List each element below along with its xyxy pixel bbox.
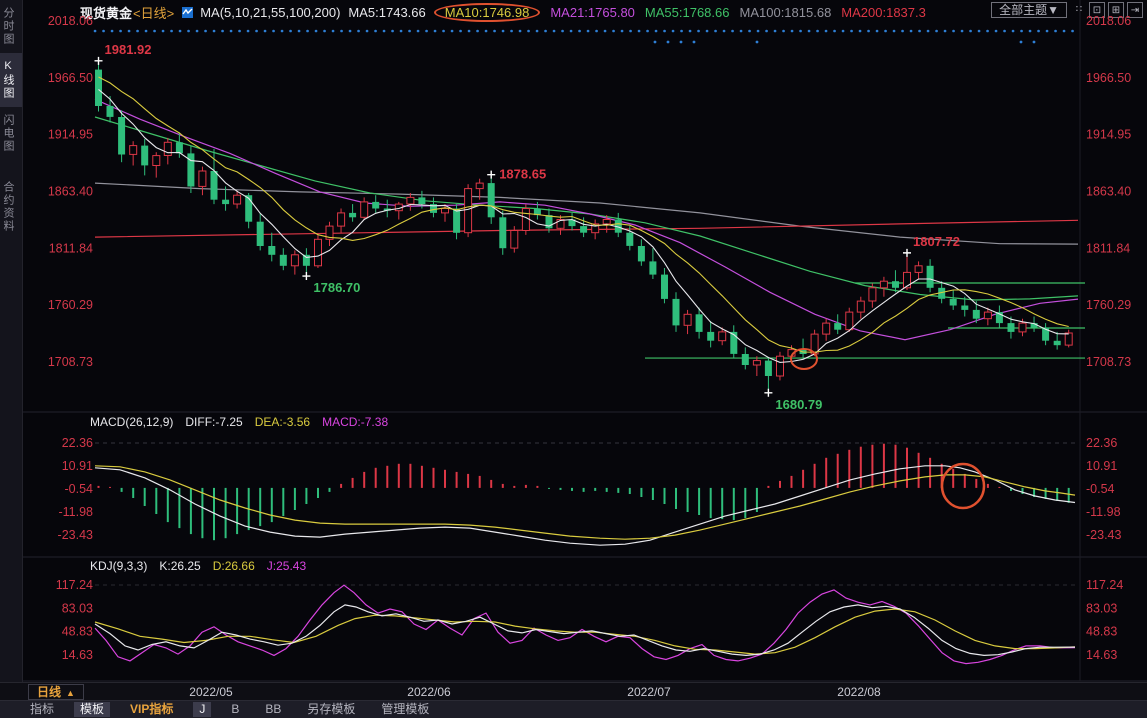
- svg-text:1708.73: 1708.73: [48, 355, 93, 369]
- svg-text:1914.95: 1914.95: [1086, 128, 1131, 142]
- svg-text:48.83: 48.83: [62, 625, 93, 639]
- kdj-value-label: K:26.25: [159, 559, 200, 573]
- panel-dividers: [22, 0, 1147, 681]
- kdj-header: KDJ(9,3,3) K:26.25 D:26.66 J:25.43: [90, 559, 330, 573]
- x-axis-date-label: 2022/08: [837, 685, 880, 699]
- svg-text:-23.43: -23.43: [58, 528, 93, 542]
- svg-text:-0.54: -0.54: [65, 482, 94, 496]
- candlesticks: [95, 61, 1072, 393]
- alert-dots-line: [95, 31, 1078, 43]
- toolbar-button-6[interactable]: BB: [259, 702, 287, 717]
- svg-text:22.36: 22.36: [62, 436, 93, 450]
- svg-text:1760.29: 1760.29: [1086, 298, 1131, 312]
- toolbar-button-3[interactable]: VIP指标: [124, 702, 179, 717]
- svg-text:1680.79: 1680.79: [775, 397, 822, 412]
- svg-text:-0.54: -0.54: [1086, 482, 1115, 496]
- svg-text:1760.29: 1760.29: [48, 298, 93, 312]
- svg-text:-11.98: -11.98: [58, 505, 93, 519]
- macd-value-label: MACD:-7.38: [322, 415, 388, 429]
- svg-text:1914.95: 1914.95: [48, 128, 93, 142]
- macd-value-label: DIFF:-7.25: [185, 415, 242, 429]
- svg-text:1966.50: 1966.50: [48, 71, 93, 85]
- chevron-up-icon: ▲: [66, 688, 75, 698]
- svg-text:-11.98: -11.98: [1086, 505, 1121, 519]
- period-selector[interactable]: 日线 ▲: [28, 684, 84, 700]
- svg-text:10.91: 10.91: [1086, 459, 1117, 473]
- kdj-lines: [95, 585, 1075, 663]
- svg-text:1863.40: 1863.40: [48, 185, 93, 199]
- svg-text:10.91: 10.91: [62, 459, 93, 473]
- svg-text:83.03: 83.03: [1086, 601, 1117, 615]
- period-selector-label: 日线: [37, 685, 61, 699]
- macd-lines: [95, 466, 1075, 545]
- kdj-value-label: J:25.43: [267, 559, 306, 573]
- svg-text:83.03: 83.03: [62, 601, 93, 615]
- svg-text:1811.84: 1811.84: [49, 241, 93, 255]
- svg-text:14.63: 14.63: [1086, 648, 1117, 662]
- svg-text:1981.92: 1981.92: [105, 42, 152, 57]
- annotation-circle-macd: [942, 464, 984, 508]
- ma-long-lines: [95, 99, 1078, 339]
- svg-text:117.24: 117.24: [56, 578, 93, 592]
- svg-text:-23.43: -23.43: [1086, 528, 1121, 542]
- svg-text:22.36: 22.36: [1086, 436, 1117, 450]
- x-axis-date-label: 2022/06: [407, 685, 450, 699]
- svg-text:1811.84: 1811.84: [1086, 241, 1130, 255]
- x-axis-date-label: 2022/05: [189, 685, 232, 699]
- kdj-value-label: D:26.66: [213, 559, 255, 573]
- toolbar-button-4[interactable]: J: [193, 702, 211, 717]
- svg-text:117.24: 117.24: [1086, 578, 1123, 592]
- toolbar-button-5[interactable]: B: [225, 702, 245, 717]
- bottom-toolbar: 指标模板VIP指标JBBB另存模板管理模板: [0, 700, 1147, 718]
- svg-text:2018.06: 2018.06: [48, 14, 93, 28]
- timeline-row: 日线 ▲ 2022/05 2022/06 2022/07 2022/08: [0, 682, 1147, 701]
- svg-text:1807.72: 1807.72: [913, 234, 960, 249]
- macd-header: MACD(26,12,9) DIFF:-7.25 DEA:-3.56 MACD:-7.…: [90, 415, 412, 429]
- svg-text:1708.73: 1708.73: [1086, 355, 1131, 369]
- toolbar-button-1[interactable]: 指标: [24, 702, 60, 717]
- svg-text:1786.70: 1786.70: [313, 280, 360, 295]
- kdj-params-label: KDJ(9,3,3): [90, 559, 147, 573]
- trading-app-window: 分时图K线图闪电图合约资料 现货黄金<日线> MA(5,10,21,55,100…: [0, 0, 1147, 718]
- x-axis-date-label: 2022/07: [627, 685, 670, 699]
- svg-text:48.83: 48.83: [1086, 625, 1117, 639]
- svg-text:1878.65: 1878.65: [499, 167, 546, 182]
- toolbar-button-2[interactable]: 模板: [74, 702, 110, 717]
- chart-canvas[interactable]: 1981.92 1878.65 1786.70 1807.72 1680.79 2018.…: [0, 0, 1147, 718]
- toolbar-button-7[interactable]: 另存模板: [301, 702, 361, 717]
- svg-text:14.63: 14.63: [62, 648, 93, 662]
- macd-value-label: DEA:-3.56: [255, 415, 310, 429]
- svg-text:2018.06: 2018.06: [1086, 14, 1131, 28]
- svg-text:1966.50: 1966.50: [1086, 71, 1131, 85]
- macd-params-label: MACD(26,12,9): [90, 415, 173, 429]
- toolbar-button-8[interactable]: 管理模板: [375, 702, 435, 717]
- svg-text:1863.40: 1863.40: [1086, 185, 1131, 199]
